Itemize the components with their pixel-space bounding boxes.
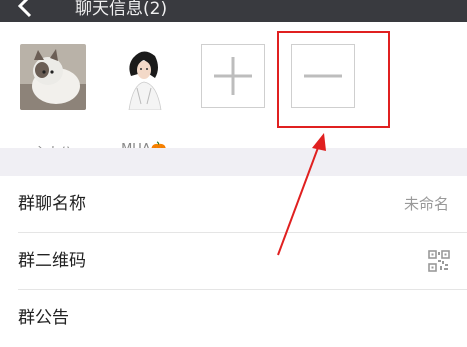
page-title: 聊天信息(2) [75, 0, 168, 19]
member-item[interactable]: MUA🎃 [111, 44, 179, 157]
member-item[interactable]: 主人公 [20, 44, 88, 161]
avatar-cat[interactable] [20, 44, 86, 110]
add-member-button[interactable] [201, 44, 265, 108]
highlight-box [277, 31, 390, 128]
row-label: 群聊名称 [18, 194, 86, 214]
row-label: 群二维码 [18, 251, 86, 271]
plus-icon [214, 57, 252, 95]
qr-code-row[interactable]: 群二维码 [0, 233, 467, 290]
back-arrow-icon[interactable] [16, 0, 36, 20]
announcement-row[interactable]: 群公告 [0, 290, 467, 347]
row-value: 未命名 [403, 195, 449, 213]
member-grid: 主人公 MUA🎃 [0, 22, 467, 161]
qr-code-icon [428, 250, 450, 272]
section-gap [0, 148, 467, 176]
row-label: 群公告 [18, 308, 69, 328]
avatar-girl[interactable] [111, 44, 177, 110]
group-name-row[interactable]: 群聊名称 未命名 [0, 176, 467, 233]
title-bar: 聊天信息(2) [0, 0, 467, 22]
